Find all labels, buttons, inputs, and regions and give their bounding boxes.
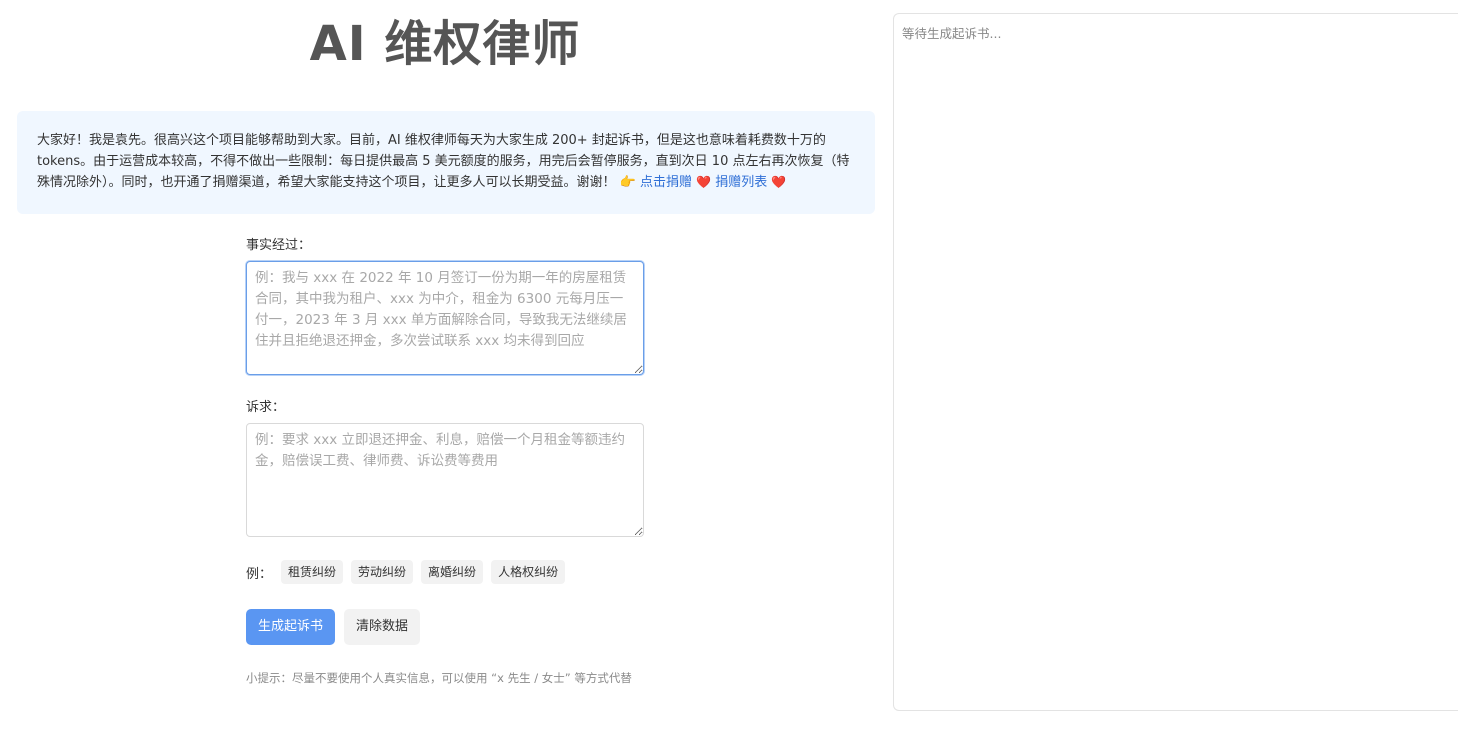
action-buttons: 生成起诉书 清除数据: [246, 609, 644, 645]
claims-textarea[interactable]: [246, 423, 644, 537]
page-title: AI 维权律师: [309, 16, 581, 72]
point-right-icon: 👉: [619, 175, 636, 190]
page: AI 维权律师 大家好！我是袁先。很高兴这个项目能够帮助到大家。目前，AI 维权…: [0, 0, 1458, 738]
generate-button[interactable]: 生成起诉书: [246, 609, 336, 645]
complaint-form: 事实经过： 诉求： 例： 租赁纠纷 劳动纠纷 离婚纠纷 人格权纠纷 生成起诉书 …: [246, 236, 644, 686]
main-panel: AI 维权律师 大家好！我是袁先。很高兴这个项目能够帮助到大家。目前，AI 维权…: [0, 0, 890, 738]
facts-textarea[interactable]: [246, 261, 644, 375]
claims-label: 诉求：: [246, 400, 286, 415]
donate-link[interactable]: 点击捐赠: [640, 175, 692, 190]
output-panel[interactable]: 等待生成起诉书...: [893, 13, 1458, 711]
example-tag-personality-rights[interactable]: 人格权纠纷: [491, 560, 566, 584]
examples-row: 例： 租赁纠纷 劳动纠纷 离婚纠纷 人格权纠纷: [246, 560, 644, 584]
facts-label: 事实经过：: [246, 238, 312, 253]
examples-prefix: 例：: [246, 566, 273, 582]
notice-banner: 大家好！我是袁先。很高兴这个项目能够帮助到大家。目前，AI 维权律师每天为大家生…: [17, 111, 875, 214]
heart-icon: ❤️: [771, 175, 787, 189]
example-tag-rental[interactable]: 租赁纠纷: [281, 560, 344, 584]
clear-button[interactable]: 清除数据: [344, 609, 421, 645]
example-tag-labor[interactable]: 劳动纠纷: [351, 560, 414, 584]
donation-list-link[interactable]: 捐赠列表: [715, 175, 767, 190]
output-placeholder: 等待生成起诉书...: [902, 26, 1002, 41]
heart-icon: ❤️: [696, 175, 712, 189]
example-tag-divorce[interactable]: 离婚纠纷: [421, 560, 484, 584]
privacy-tip: 小提示：尽量不要使用个人真实信息，可以使用 “x 先生 / 女士” 等方式代替: [246, 671, 632, 685]
